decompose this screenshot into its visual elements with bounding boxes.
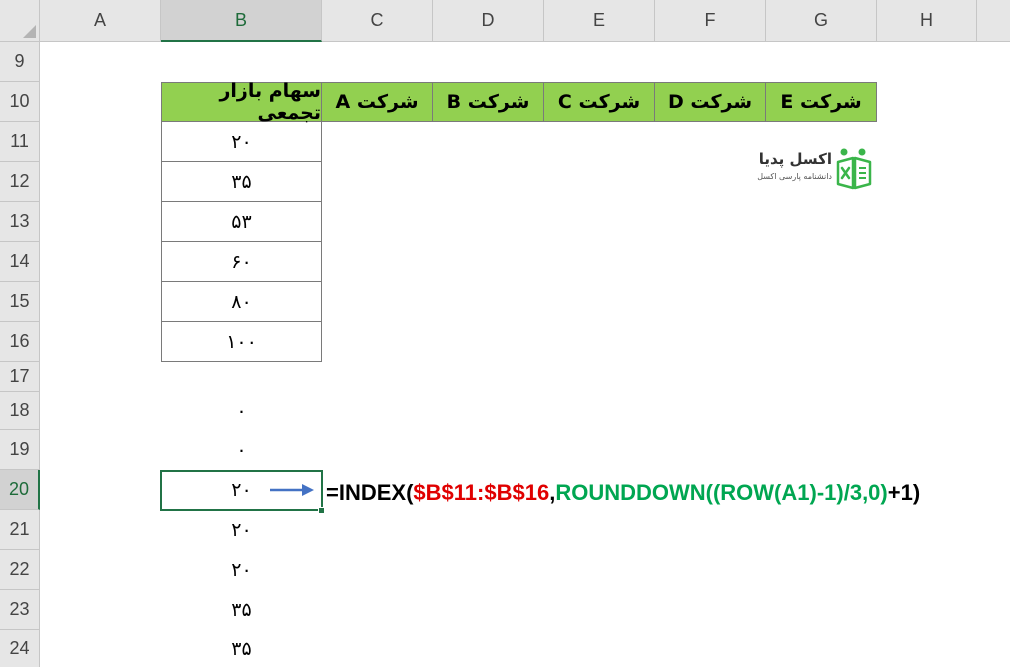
row-header-24[interactable]: 24: [0, 630, 40, 667]
cell-b22[interactable]: ۲۰: [161, 550, 322, 590]
row-header-15[interactable]: 15: [0, 282, 40, 322]
cell-b12[interactable]: ۳۵: [161, 162, 322, 202]
header-company-b[interactable]: شرکت B: [432, 82, 544, 122]
column-header-d[interactable]: D: [433, 0, 544, 42]
row-header-16[interactable]: 16: [0, 322, 40, 362]
column-header-a[interactable]: A: [40, 0, 161, 42]
header-cumulative-share[interactable]: سهام بازار تجمعی: [161, 80, 322, 124]
row-header-14[interactable]: 14: [0, 242, 40, 282]
formula-func: ROUNDDOWN((ROW(A1)-1)/3,0): [555, 480, 888, 505]
formula-suffix: +1): [887, 480, 921, 505]
cell-b21[interactable]: ۲۰: [161, 510, 322, 550]
cell-b18[interactable]: ۰: [161, 392, 322, 430]
excelpedia-logo: اکسل پدیا دانشنامه پارسی اکسل: [752, 144, 878, 194]
cell-b11[interactable]: ۲۰: [161, 122, 322, 162]
column-header-f[interactable]: F: [655, 0, 766, 42]
cell-b19[interactable]: ۰: [161, 430, 322, 470]
column-header-partial: [977, 0, 1010, 42]
cell-b23[interactable]: ۳۵: [161, 590, 322, 630]
row-header-21[interactable]: 21: [0, 510, 40, 550]
column-header-h[interactable]: H: [877, 0, 977, 42]
row-header-20[interactable]: 20: [0, 470, 40, 510]
header-company-d[interactable]: شرکت D: [654, 82, 766, 122]
column-header-e[interactable]: E: [544, 0, 655, 42]
row-header-17[interactable]: 17: [0, 362, 40, 392]
row-header-11[interactable]: 11: [0, 122, 40, 162]
row-header-18[interactable]: 18: [0, 392, 40, 430]
row-header-12[interactable]: 12: [0, 162, 40, 202]
row-header-9[interactable]: 9: [0, 42, 40, 82]
cell-b13[interactable]: ۵۳: [161, 202, 322, 242]
header-company-c[interactable]: شرکت C: [543, 82, 655, 122]
row-header-10[interactable]: 10: [0, 82, 40, 122]
formula-prefix: =INDEX(: [326, 480, 414, 505]
select-all-triangle-icon: [23, 25, 36, 38]
select-all-corner[interactable]: [0, 0, 40, 42]
fill-handle[interactable]: [318, 507, 325, 514]
formula-annotation: =INDEX($B$11:$B$16, ROUNDDOWN((ROW(A1)-1)…: [326, 476, 920, 510]
row-header-22[interactable]: 22: [0, 550, 40, 590]
cell-b24[interactable]: ۳۵: [161, 630, 322, 667]
logo-subtitle: دانشنامه پارسی اکسل: [757, 172, 832, 181]
row-header-23[interactable]: 23: [0, 590, 40, 630]
header-company-e[interactable]: شرکت E: [765, 82, 877, 122]
column-header-b[interactable]: B: [161, 0, 322, 42]
column-header-g[interactable]: G: [766, 0, 877, 42]
arrow-right-icon: [270, 484, 314, 496]
cell-b14[interactable]: ۶۰: [161, 242, 322, 282]
cell-b16[interactable]: ۱۰۰: [161, 322, 322, 362]
column-header-c[interactable]: C: [322, 0, 433, 42]
formula-range: $B$11:$B$16: [413, 480, 550, 505]
excel-book-icon: [836, 148, 872, 190]
cell-b15[interactable]: ۸۰: [161, 282, 322, 322]
row-header-19[interactable]: 19: [0, 430, 40, 470]
logo-title: اکسل پدیا: [758, 150, 832, 168]
row-header-13[interactable]: 13: [0, 202, 40, 242]
header-company-a[interactable]: شرکت A: [321, 82, 433, 122]
